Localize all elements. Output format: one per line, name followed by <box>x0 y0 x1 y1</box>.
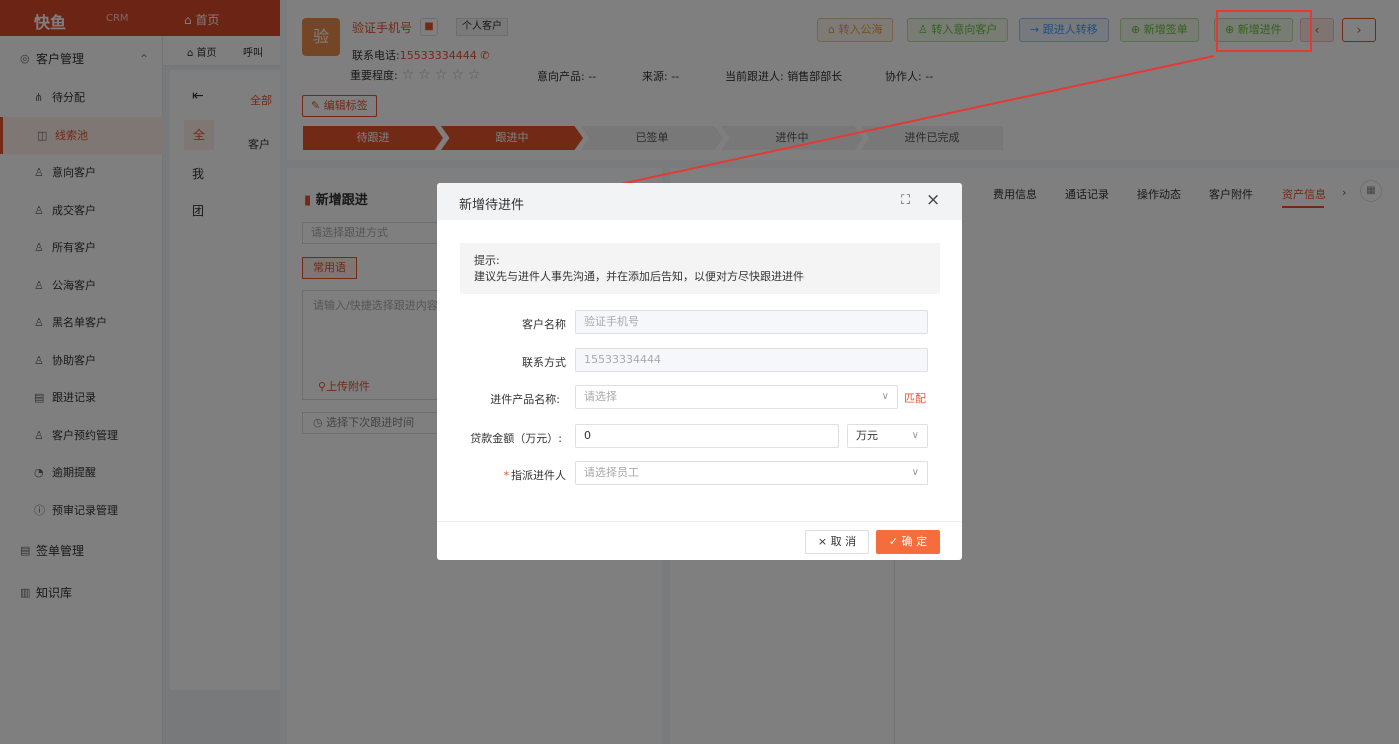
dialog-footer-divider <box>437 521 962 522</box>
loan-amount-input[interactable]: 0 <box>575 424 839 448</box>
chevron-down-icon: ∨ <box>881 391 889 402</box>
assignee-label: * 指派进件人 <box>503 469 567 482</box>
product-select[interactable]: 请选择 ∨ <box>575 385 898 409</box>
close-icon[interactable]: × <box>926 190 940 210</box>
assignee-select[interactable]: 请选择员工 ∨ <box>575 461 928 485</box>
customer-name-field: 验证手机号 <box>575 310 928 334</box>
customer-name-label: 客户名称 <box>522 318 566 331</box>
new-progress-dialog: 新增待进件 ⛶ × 提示: 建议先与进件人事先沟通，并在添加后告知，以便对方尽快… <box>437 183 962 560</box>
match-link[interactable]: 匹配 <box>904 390 926 406</box>
loan-unit-select[interactable]: 万元 ∨ <box>847 424 928 448</box>
tip-title: 提示: <box>474 254 500 267</box>
chevron-down-icon: ∨ <box>911 467 919 478</box>
cancel-button[interactable]: × 取 消 <box>805 530 869 554</box>
required-mark: * <box>503 469 510 482</box>
close-icon: × <box>817 535 831 548</box>
chevron-down-icon: ∨ <box>911 430 919 441</box>
contact-label: 联系方式 <box>522 356 566 369</box>
confirm-button[interactable]: ✓ 确 定 <box>876 530 940 554</box>
dialog-title: 新增待进件 <box>459 198 525 213</box>
annotation-highlight <box>1216 10 1312 52</box>
fullscreen-icon[interactable]: ⛶ <box>901 193 910 208</box>
contact-field: 15533334444 <box>575 348 928 372</box>
check-icon: ✓ <box>888 535 902 548</box>
tip-box: 提示: 建议先与进件人事先沟通，并在添加后告知，以便对方尽快跟进进件 <box>460 243 940 294</box>
tip-text: 建议先与进件人事先沟通，并在添加后告知，以便对方尽快跟进进件 <box>474 270 804 283</box>
product-label: 进件产品名称: <box>490 393 560 406</box>
loan-amount-label: 贷款金额（万元）: <box>470 432 562 445</box>
